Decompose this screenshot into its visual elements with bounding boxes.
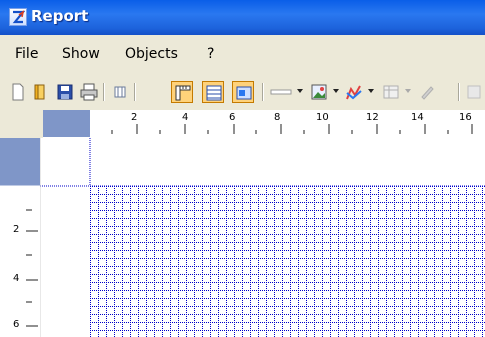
chart-dropdown-icon[interactable] [368,89,374,93]
image-icon[interactable] [308,81,330,103]
new-page-icon[interactable] [7,81,29,103]
horizontal-ruler: 2 4 6 8 10 12 14 16 [0,110,485,138]
window-title: Report [31,7,89,25]
ruler-v-label: 6 [13,319,20,330]
ruler-h-label: 10 [316,112,329,123]
ruler-icon[interactable] [171,81,193,103]
save-icon[interactable] [54,81,76,103]
title-bar[interactable]: Report [0,0,485,35]
grid-icon[interactable] [202,81,224,103]
ruler-h-label: 4 [182,112,189,123]
ruler-h-label: 8 [274,112,281,123]
vertical-ruler: 2 4 6 [0,138,40,337]
ruler-h-label: 6 [229,112,236,123]
ruler-h-label: 16 [459,112,472,123]
chart-icon[interactable] [343,81,365,103]
table-icon[interactable] [380,81,402,103]
ruler-h-label: 2 [131,112,138,123]
open-book-icon[interactable] [30,81,52,103]
toolbar [0,78,485,108]
menu-objects[interactable]: Objects [125,46,178,62]
overflow-icon[interactable] [463,81,485,103]
line-dropdown-icon[interactable] [297,89,303,93]
line-icon[interactable] [268,81,294,103]
print-icon[interactable] [78,81,100,103]
menu-show[interactable]: Show [62,46,100,62]
ruler-h-label: 12 [366,112,379,123]
fields-icon[interactable] [232,81,254,103]
menu-help[interactable]: ? [207,46,214,62]
ruler-v-label: 4 [13,273,20,284]
report-app-icon [9,8,27,26]
columns-icon[interactable] [109,81,131,103]
image-dropdown-icon[interactable] [333,89,339,93]
detail-grid[interactable] [90,186,485,337]
table-dropdown-icon[interactable] [405,89,411,93]
ruler-v-label: 2 [13,224,20,235]
pencil-icon[interactable] [416,81,438,103]
menu-bar: File Show Objects ? [0,46,485,66]
report-design-canvas[interactable] [40,138,485,337]
menu-file[interactable]: File [15,46,38,62]
ruler-h-label: 14 [411,112,424,123]
